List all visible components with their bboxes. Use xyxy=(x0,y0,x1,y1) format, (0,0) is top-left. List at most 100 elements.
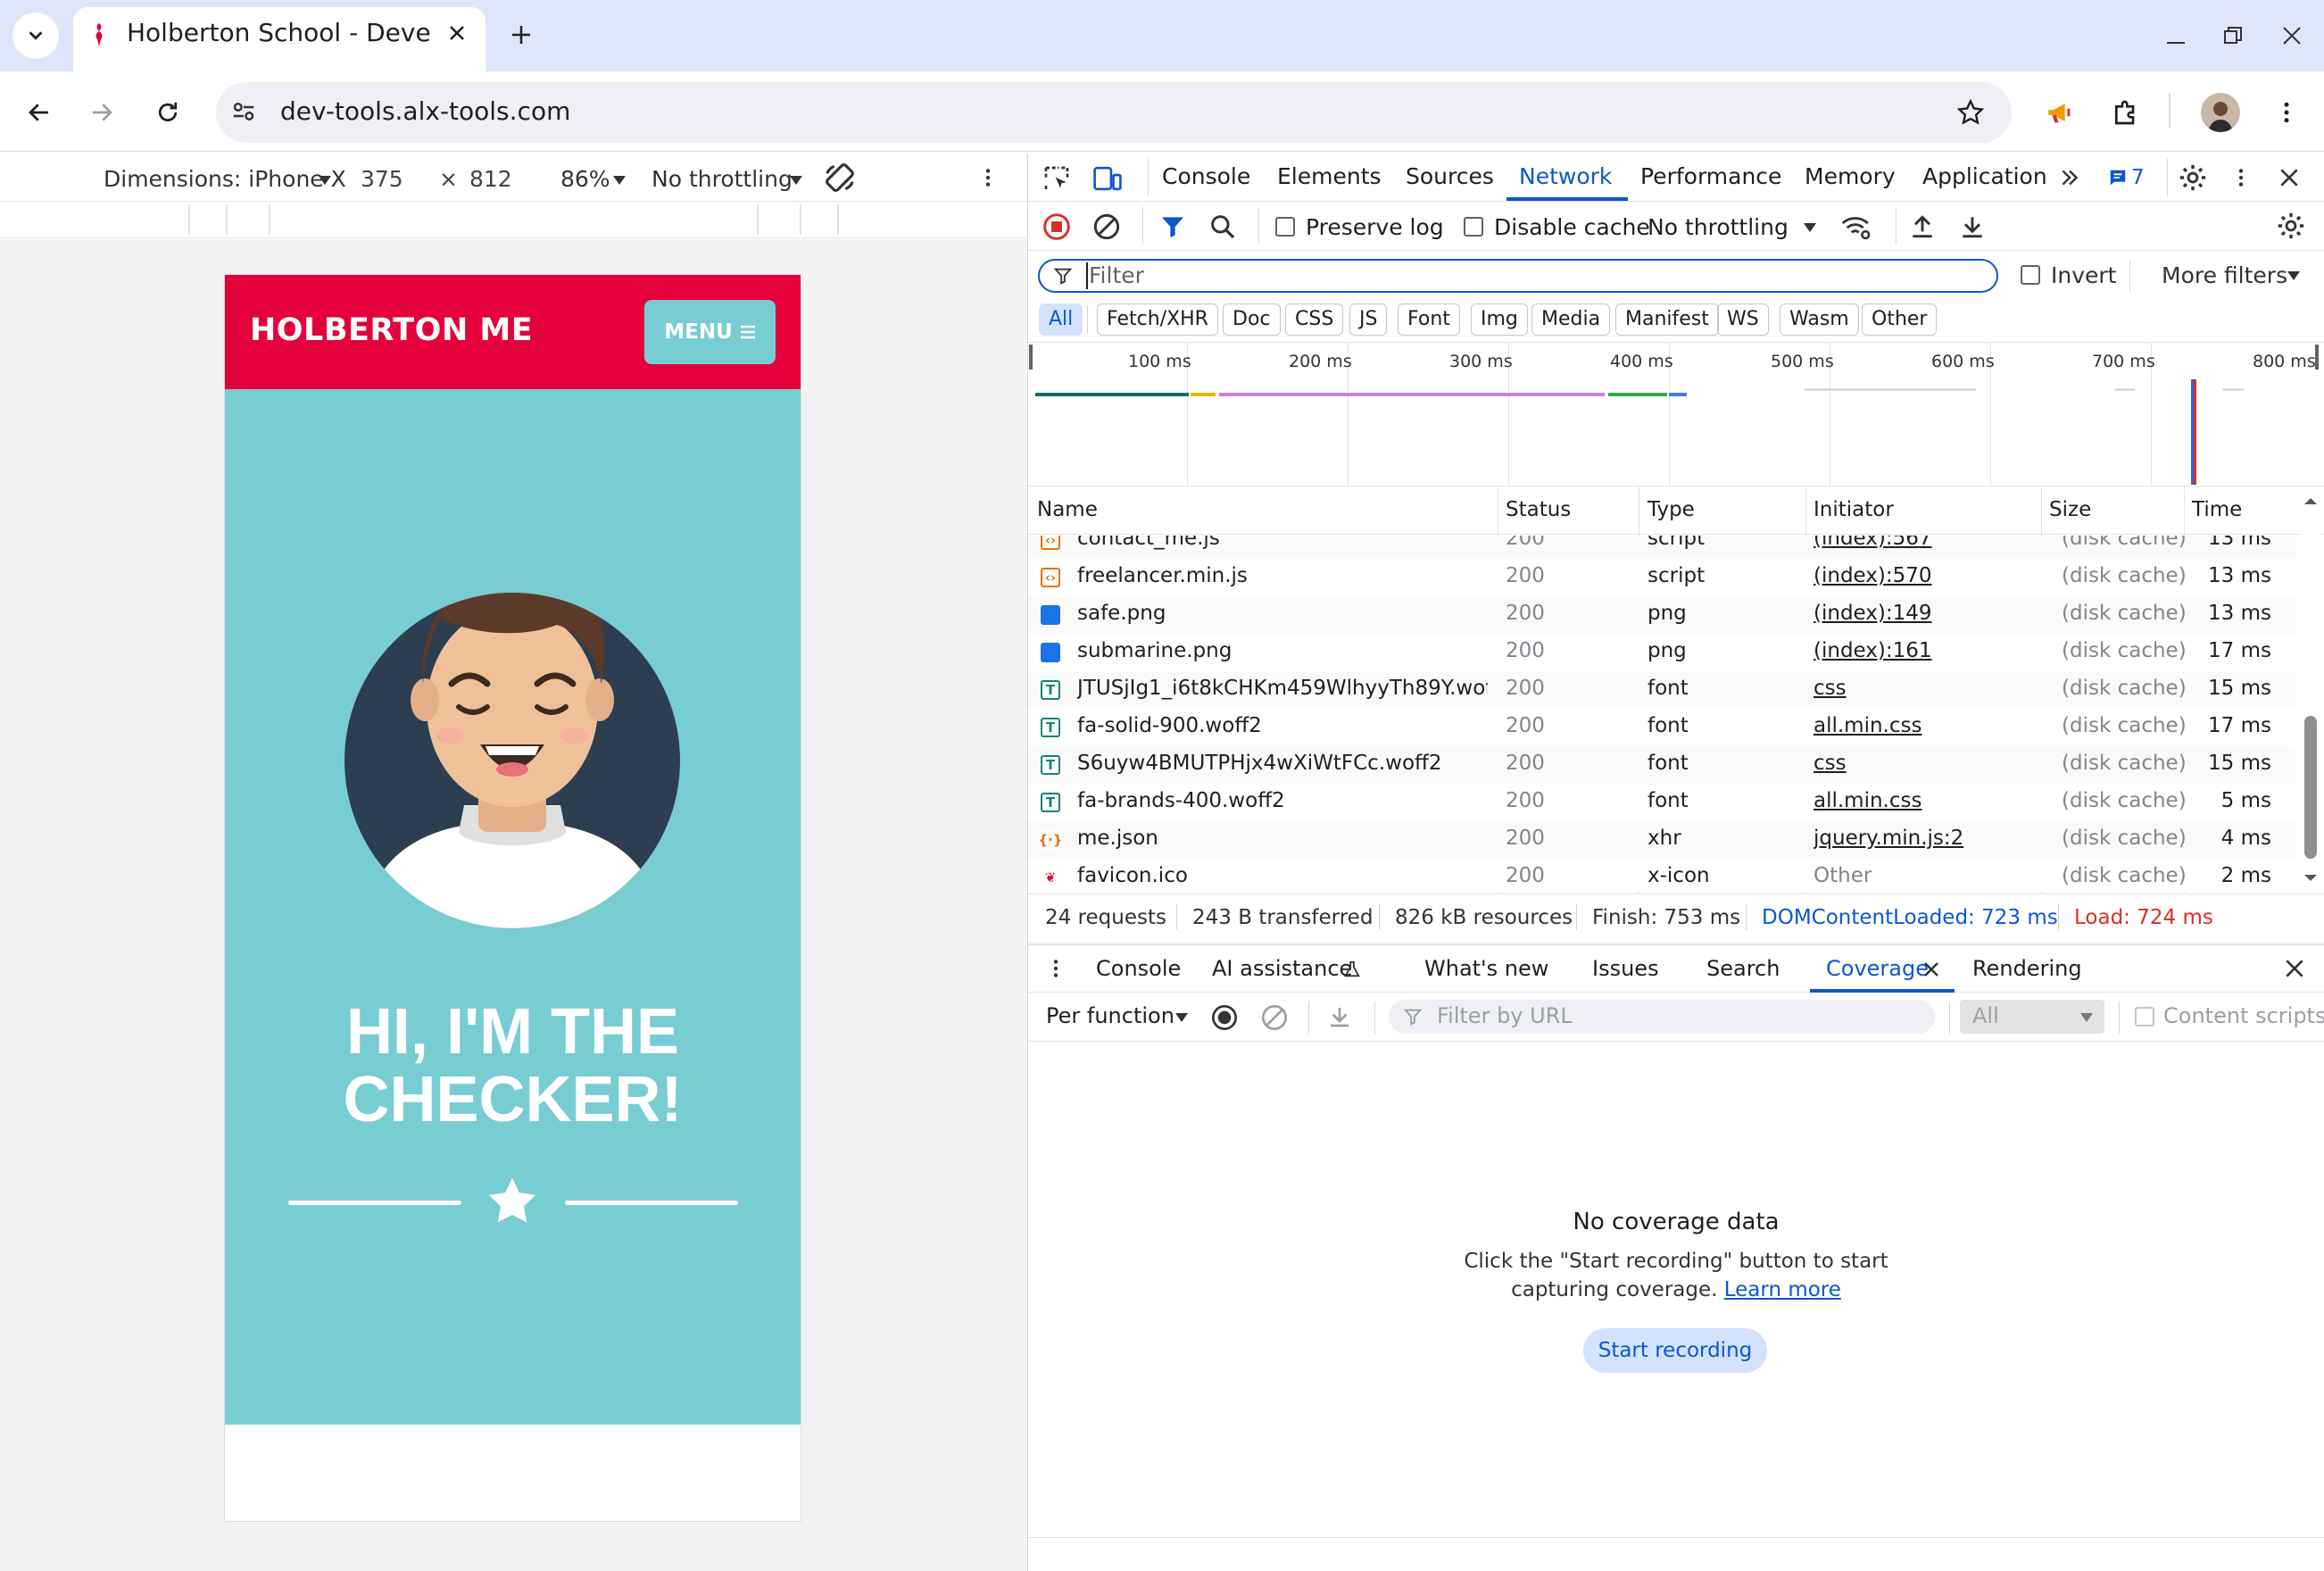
device-toolbar-toggle[interactable] xyxy=(1092,164,1123,193)
drawer-tab-coverage[interactable]: Coverage xyxy=(1826,956,1929,981)
filter-input[interactable] xyxy=(1038,259,1998,293)
issues-counter[interactable]: 7 xyxy=(2108,166,2145,189)
devtools-more-button[interactable] xyxy=(2229,164,2253,191)
url-text[interactable]: dev-tools.alx-tools.com xyxy=(280,96,570,126)
rotate-button[interactable] xyxy=(823,161,857,195)
tab-performance[interactable]: Performance xyxy=(1640,163,1781,189)
browser-menu-button[interactable] xyxy=(2267,93,2306,132)
chip-img[interactable]: Img xyxy=(1471,303,1528,336)
cell-initiator[interactable]: css xyxy=(1814,752,2028,775)
overview-handle-left[interactable] xyxy=(1029,345,1033,370)
drawer-tab-ai-assistance[interactable]: AI assistance xyxy=(1212,956,1352,981)
chip-js[interactable]: JS xyxy=(1349,303,1388,336)
preserve-log-checkbox[interactable] xyxy=(1275,217,1295,237)
drawer-tab-console[interactable]: Console xyxy=(1096,956,1181,981)
back-button[interactable] xyxy=(20,93,59,132)
drawer-tab-rendering[interactable]: Rendering xyxy=(1972,956,2082,981)
drawer-tab-issues[interactable]: Issues xyxy=(1592,956,1659,981)
learn-more-link[interactable]: Learn more xyxy=(1724,1278,1841,1301)
tab-elements[interactable]: Elements xyxy=(1277,163,1382,189)
search-button[interactable] xyxy=(1208,212,1237,241)
tab-memory[interactable]: Memory xyxy=(1805,163,1896,189)
table-row[interactable]: T JTUSjIg1_i6t8kCHKm459WlhyyTh89Y.woff2 20… xyxy=(1028,671,2295,709)
chip-css[interactable]: CSS xyxy=(1285,303,1344,336)
cell-initiator[interactable]: (index):161 xyxy=(1814,639,2028,662)
disable-cache-checkbox[interactable] xyxy=(1464,217,1483,237)
col-time[interactable]: Time xyxy=(2192,498,2242,521)
page-menu-button[interactable]: MENU xyxy=(644,300,776,364)
tab-search-button[interactable] xyxy=(12,12,59,59)
chip-fetch-xhr[interactable]: Fetch/XHR xyxy=(1097,303,1218,336)
clear-coverage-button[interactable] xyxy=(1260,1003,1289,1032)
drawer-tab-whats-new[interactable]: What's new xyxy=(1424,956,1548,981)
restore-button[interactable] xyxy=(2215,18,2251,54)
avatar[interactable] xyxy=(2201,93,2240,132)
start-instrumenting-button[interactable] xyxy=(1210,1003,1239,1032)
device-dimensions-select[interactable]: Dimensions: iPhone X xyxy=(104,166,346,192)
network-throttling-select[interactable]: No throttling xyxy=(1648,214,1789,240)
tab-sources[interactable]: Sources xyxy=(1406,163,1494,189)
scrollbar-thumb[interactable] xyxy=(2304,716,2317,859)
chip-ws[interactable]: WS xyxy=(1717,303,1769,336)
devtools-settings-button[interactable] xyxy=(2178,162,2208,193)
tab-console[interactable]: Console xyxy=(1162,163,1250,189)
page-brand[interactable]: HOLBERTON ME xyxy=(250,312,533,348)
coverage-mode-select[interactable]: Per function xyxy=(1046,1003,1174,1028)
close-tab-button[interactable] xyxy=(442,18,472,48)
col-type[interactable]: Type xyxy=(1648,498,1695,521)
import-har-button[interactable] xyxy=(1908,212,1937,241)
col-name[interactable]: Name xyxy=(1037,498,1098,521)
table-row[interactable]: ‹› contact_me.js 200 script (index):567 (disk… xyxy=(1028,536,2295,559)
chip-manifest[interactable]: Manifest xyxy=(1615,303,1719,336)
device-throttling-select[interactable]: No throttling xyxy=(652,166,793,192)
cell-initiator[interactable]: all.min.css xyxy=(1814,789,2028,812)
tab-application[interactable]: Application xyxy=(1922,163,2047,189)
reload-button[interactable] xyxy=(148,93,187,132)
col-initiator[interactable]: Initiator xyxy=(1814,498,1894,521)
start-recording-button[interactable]: Start recording xyxy=(1583,1328,1767,1373)
device-toolbar-more-button[interactable] xyxy=(976,164,1000,191)
extensions-button[interactable] xyxy=(2106,93,2146,132)
minimize-button[interactable] xyxy=(2158,18,2194,54)
cell-initiator[interactable]: (index):149 xyxy=(1814,602,2028,625)
new-tab-button[interactable] xyxy=(504,18,538,52)
tab-network[interactable]: Network xyxy=(1519,163,1612,189)
bookmark-button[interactable] xyxy=(1951,93,1990,132)
chip-wasm[interactable]: Wasm xyxy=(1780,303,1859,336)
table-row[interactable]: Tfa-solid-900.woff2 200 font all.min.css (di… xyxy=(1028,709,2295,746)
close-drawer-button[interactable] xyxy=(2283,957,2306,980)
table-row[interactable]: safe.png 200 png (index):149 (disk cache) 13 … xyxy=(1028,596,2295,634)
network-conditions-button[interactable] xyxy=(1840,212,1872,241)
close-window-button[interactable] xyxy=(2274,18,2310,54)
cell-initiator[interactable]: (index):570 xyxy=(1814,564,2028,587)
forward-button[interactable] xyxy=(82,93,121,132)
table-row[interactable]: T S6uyw4BMUTPHjx4wXiWtFCc.woff2 200 font css… xyxy=(1028,746,2295,784)
chip-font[interactable]: Font xyxy=(1398,303,1460,336)
stop-recording-button[interactable] xyxy=(1042,212,1071,241)
invert-checkbox[interactable] xyxy=(2021,265,2040,285)
cell-initiator[interactable]: css xyxy=(1814,677,2028,700)
device-height-input[interactable]: 812 xyxy=(469,166,512,192)
network-settings-button[interactable] xyxy=(2276,211,2306,241)
announcement-button[interactable] xyxy=(2040,93,2079,132)
inspect-element-button[interactable] xyxy=(1042,164,1071,193)
close-coverage-tab-button[interactable] xyxy=(1922,960,1940,978)
scroll-up-icon[interactable] xyxy=(2303,495,2319,506)
device-width-input[interactable]: 375 xyxy=(361,166,403,192)
more-tabs-button[interactable] xyxy=(2058,166,2081,189)
chip-other[interactable]: Other xyxy=(1862,303,1938,336)
drawer-tab-search[interactable]: Search xyxy=(1706,956,1780,981)
content-scripts-checkbox[interactable] xyxy=(2135,1007,2154,1027)
devtools-close-button[interactable] xyxy=(2278,166,2301,189)
export-coverage-button[interactable] xyxy=(1326,1003,1353,1030)
col-size[interactable]: Size xyxy=(2049,498,2091,521)
table-row[interactable]: submarine.png 200 png (index):161 (disk cach… xyxy=(1028,634,2295,671)
chip-media[interactable]: Media xyxy=(1531,303,1611,336)
cell-initiator[interactable]: jquery.min.js:2 xyxy=(1814,827,2028,850)
export-har-button[interactable] xyxy=(1958,212,1987,241)
cell-initiator[interactable]: (index):567 xyxy=(1814,536,2028,550)
cell-initiator[interactable]: all.min.css xyxy=(1814,714,2028,737)
chip-all[interactable]: All xyxy=(1039,303,1083,336)
table-row[interactable]: Tfa-brands-400.woff2 200 font all.min.css (d… xyxy=(1028,784,2295,821)
scroll-down-icon[interactable] xyxy=(2303,873,2319,884)
